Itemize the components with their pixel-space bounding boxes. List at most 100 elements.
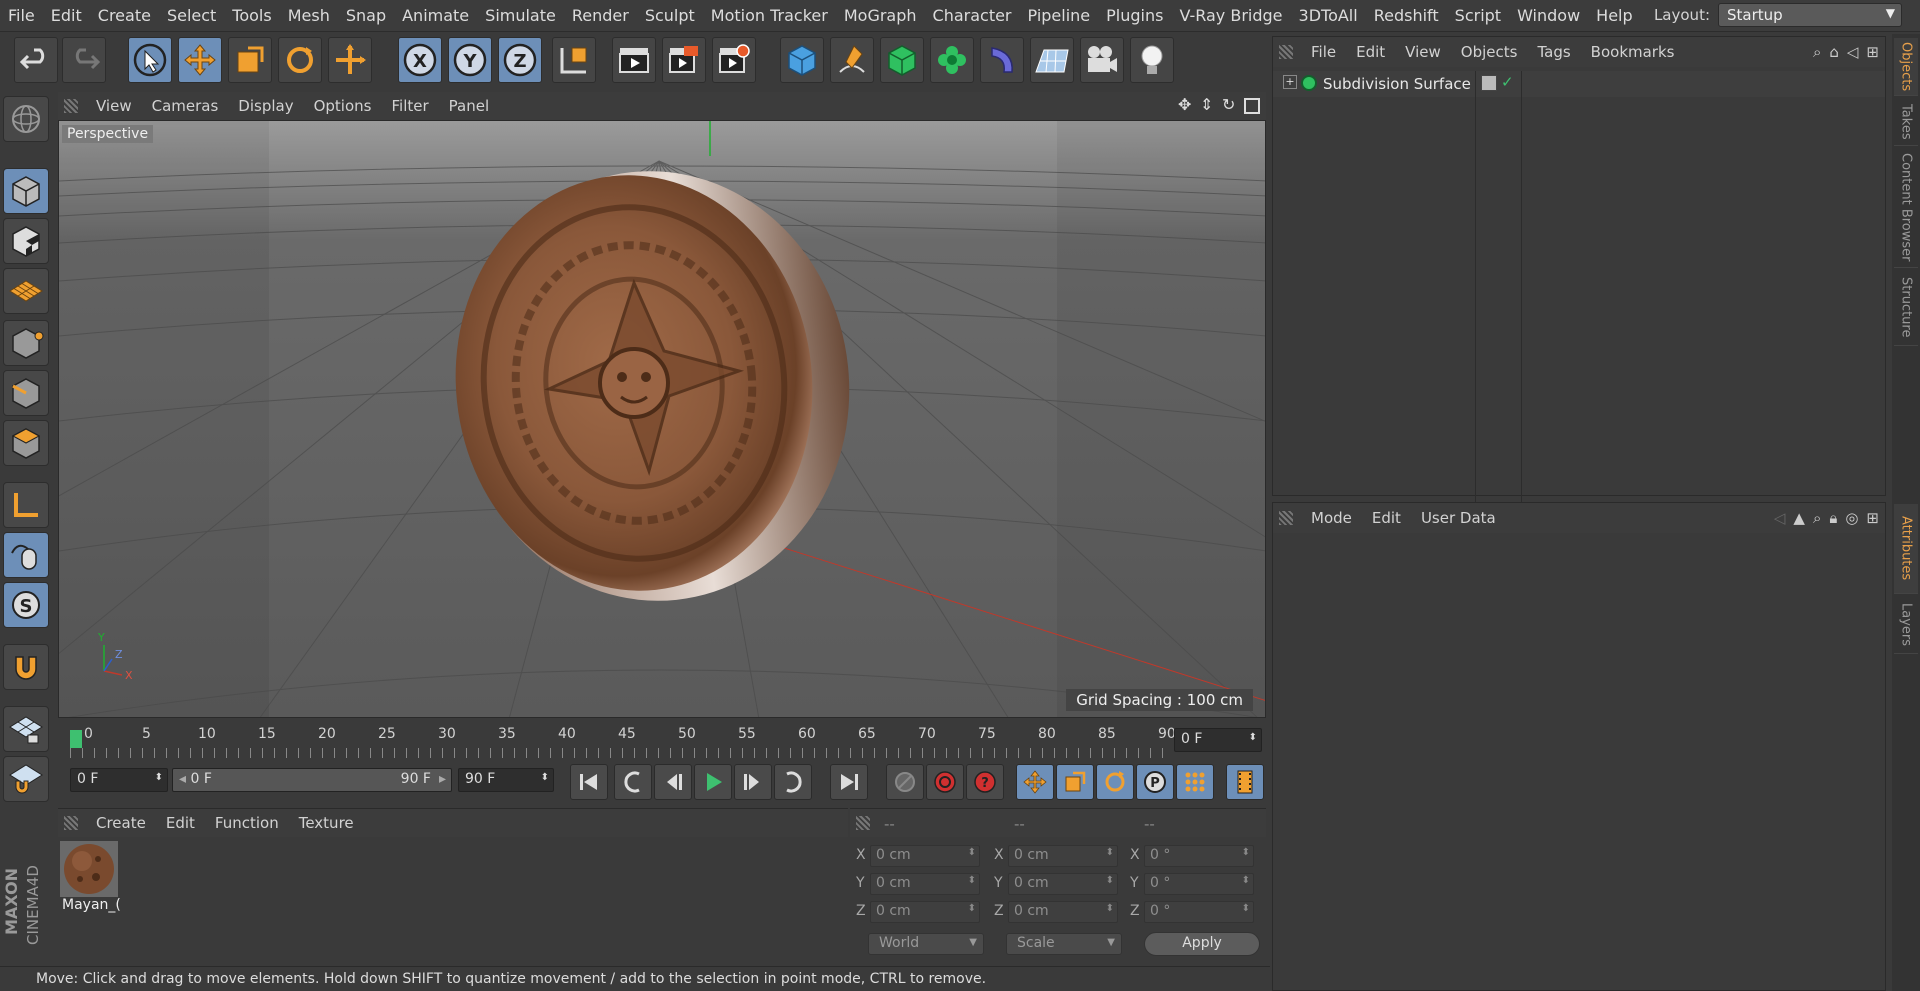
menu-plugins[interactable]: Plugins	[1098, 6, 1171, 25]
obj-menu-edit[interactable]: Edit	[1346, 43, 1395, 61]
spinner-icon[interactable]: ⬍	[1242, 847, 1250, 858]
tab-attributes[interactable]: Attributes	[1894, 504, 1918, 594]
cloner-button[interactable]	[930, 37, 974, 83]
pan-view-icon[interactable]: ✥	[1178, 97, 1194, 114]
key-position-button[interactable]	[1016, 764, 1054, 800]
redo-button[interactable]	[62, 37, 106, 83]
up-arrow-icon[interactable]: ▲	[1793, 509, 1805, 527]
magnet-button[interactable]	[3, 644, 49, 690]
planar-workplane-button[interactable]	[3, 756, 49, 802]
mat-menu-texture[interactable]: Texture	[289, 814, 364, 832]
transform-tool-button[interactable]	[328, 37, 372, 83]
obj-menu-tags[interactable]: Tags	[1527, 43, 1580, 61]
size-mode-dropdown[interactable]: Scale ▼	[1006, 933, 1122, 955]
key-point-level-button[interactable]	[1176, 764, 1214, 800]
menu-select[interactable]: Select	[159, 6, 224, 25]
apply-button[interactable]: Apply	[1144, 932, 1260, 956]
mat-menu-function[interactable]: Function	[205, 814, 289, 832]
coordinate-system-button[interactable]	[552, 37, 596, 83]
next-frame-button[interactable]	[734, 764, 772, 800]
perspective-viewport[interactable]: Perspective Y Z X Grid Spacing : 100 cm	[58, 120, 1266, 718]
previous-frame-button[interactable]	[654, 764, 692, 800]
previous-key-button[interactable]	[614, 764, 652, 800]
add-spline-pen-button[interactable]	[830, 37, 874, 83]
key-rotation-button[interactable]	[1096, 764, 1134, 800]
mat-menu-create[interactable]: Create	[86, 814, 156, 832]
menu-mesh[interactable]: Mesh	[280, 6, 338, 25]
go-to-end-button[interactable]	[830, 764, 868, 800]
spinner-icon[interactable]: ⬍	[1249, 732, 1257, 743]
panel-grip-icon[interactable]	[64, 816, 78, 830]
pos-x-field[interactable]: 0 cm ⬍	[870, 845, 980, 867]
spinner-icon[interactable]: ⬍	[541, 772, 549, 783]
vp-menu-panel[interactable]: Panel	[439, 97, 499, 115]
locked-workplane-button[interactable]	[3, 706, 49, 752]
tab-takes[interactable]: Takes	[1894, 98, 1918, 146]
new-panel-icon[interactable]: ⊞	[1866, 509, 1879, 527]
pos-y-field[interactable]: 0 cm ⬍	[870, 873, 980, 895]
workplane-mode-button[interactable]	[3, 268, 49, 314]
edges-mode-button[interactable]	[3, 370, 49, 416]
panel-grip-icon[interactable]	[856, 816, 870, 830]
attr-menu-edit[interactable]: Edit	[1362, 509, 1411, 527]
maximize-view-icon[interactable]	[1244, 98, 1260, 114]
target-icon[interactable]: ◎	[1845, 509, 1858, 527]
axis-mode-button[interactable]	[3, 482, 49, 528]
vp-menu-view[interactable]: View	[86, 97, 142, 115]
spinner-icon[interactable]: ⬍	[968, 903, 976, 914]
spinner-icon[interactable]: ⬍	[1106, 875, 1114, 886]
end-frame-field[interactable]: 90 F ⬍	[458, 768, 554, 792]
rotate-tool-button[interactable]	[278, 37, 322, 83]
tab-objects[interactable]: Objects	[1894, 38, 1918, 96]
object-row-subdivision-surface[interactable]: + Subdivision Surface ✓	[1273, 71, 1885, 541]
vp-menu-filter[interactable]: Filter	[381, 97, 438, 115]
expand-plus-icon[interactable]: +	[1283, 75, 1297, 89]
size-z-field[interactable]: 0 cm ⬍	[1008, 901, 1118, 923]
rot-h-field[interactable]: 0 ° ⬍	[1144, 845, 1254, 867]
timeline-window-button[interactable]	[1226, 764, 1264, 800]
render-to-picture-viewer-button[interactable]	[662, 37, 706, 83]
range-left-arrow-icon[interactable]: ◂	[179, 771, 186, 787]
object-name[interactable]: Subdivision Surface	[1323, 75, 1471, 93]
move-tool-button[interactable]	[178, 37, 222, 83]
render-view-button[interactable]	[612, 37, 656, 83]
rot-b-field[interactable]: 0 ° ⬍	[1144, 901, 1254, 923]
viewport-camera-label[interactable]: Perspective	[62, 125, 154, 143]
tab-layers[interactable]: Layers	[1894, 596, 1918, 654]
back-arrow-icon[interactable]: ◁	[1774, 509, 1786, 527]
home-icon[interactable]: ⌂	[1829, 43, 1839, 61]
texture-mode-button[interactable]	[3, 218, 49, 264]
tab-structure[interactable]: Structure	[1894, 270, 1918, 346]
scale-tool-button[interactable]	[228, 37, 272, 83]
lock-icon[interactable]: 🔒︎	[1829, 509, 1837, 527]
tab-content-browser[interactable]: Content Browser	[1894, 148, 1918, 268]
undo-button[interactable]	[14, 37, 58, 83]
add-cube-button[interactable]	[780, 37, 824, 83]
next-key-button[interactable]	[774, 764, 812, 800]
vp-menu-options[interactable]: Options	[304, 97, 382, 115]
timeline-track[interactable]: 0 5 10 15 20 25 30 35 40 45 50 55 60 65 …	[70, 726, 1176, 758]
spinner-icon[interactable]: ⬍	[968, 847, 976, 858]
menu-character[interactable]: Character	[925, 6, 1020, 25]
menu-render[interactable]: Render	[564, 6, 637, 25]
obj-menu-bookmarks[interactable]: Bookmarks	[1581, 43, 1685, 61]
menu-motion-tracker[interactable]: Motion Tracker	[703, 6, 836, 25]
camera-button[interactable]	[1080, 37, 1124, 83]
panel-grip-icon[interactable]	[1279, 511, 1293, 525]
frame-range-slider[interactable]: ◂ 0 F 90 F ▸	[172, 768, 452, 792]
spinner-icon[interactable]: ⬍	[1106, 903, 1114, 914]
menu-animate[interactable]: Animate	[394, 6, 477, 25]
key-parameter-button[interactable]: P	[1136, 764, 1174, 800]
timeline-ruler[interactable]: 0 5 10 15 20 25 30 35 40 45 50 55 60 65 …	[58, 722, 1266, 758]
menu-snap[interactable]: Snap	[338, 6, 394, 25]
key-scale-button[interactable]	[1056, 764, 1094, 800]
pos-z-field[interactable]: 0 cm ⬍	[870, 901, 980, 923]
obj-menu-objects[interactable]: Objects	[1451, 43, 1528, 61]
coordinate-mode-dropdown[interactable]: World ▼	[868, 933, 984, 955]
menu-simulate[interactable]: Simulate	[477, 6, 564, 25]
panel-grip-icon[interactable]	[1279, 45, 1293, 59]
light-button[interactable]	[1130, 37, 1174, 83]
tweak-mode-button[interactable]	[3, 532, 49, 578]
menu-mograph[interactable]: MoGraph	[836, 6, 925, 25]
render-settings-button[interactable]	[712, 37, 756, 83]
